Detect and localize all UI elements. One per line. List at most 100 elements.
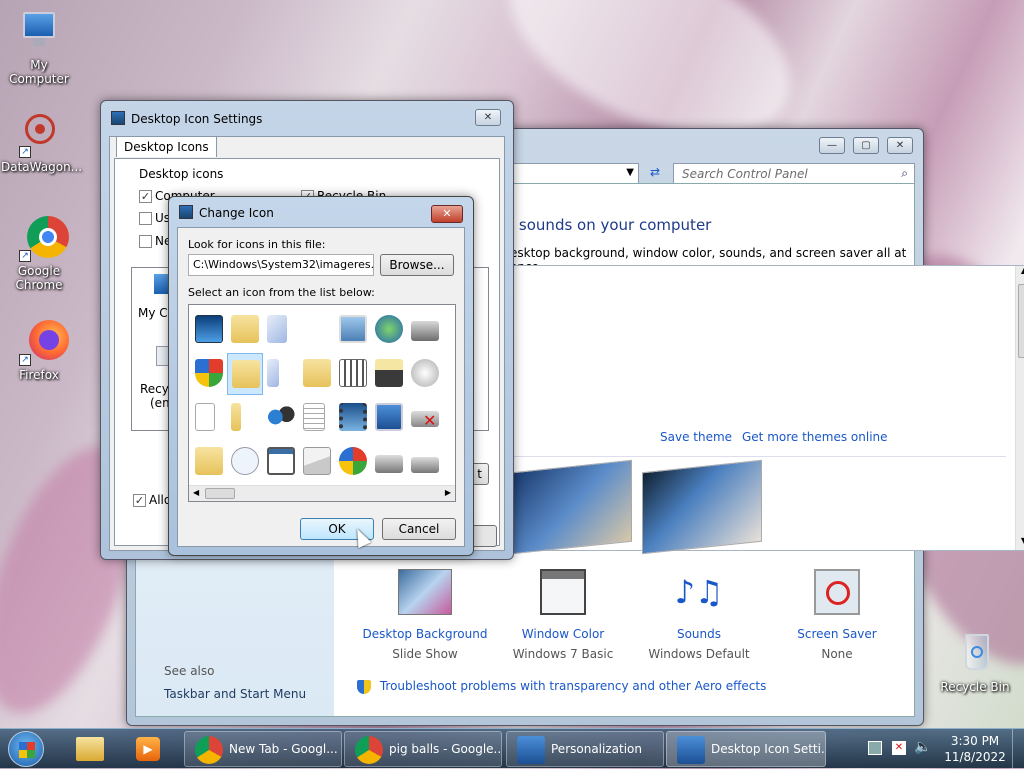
taskbar-button-chrome-new-tab[interactable]: New Tab - Googl... (184, 731, 342, 767)
desktop-icon-google-chrome[interactable]: ↗ Google Chrome (1, 214, 77, 292)
minimize-button[interactable]: — (819, 137, 845, 154)
icon-cell-selected[interactable] (227, 353, 263, 395)
checkbox-box[interactable] (139, 235, 152, 248)
clock[interactable]: 3:30 PM 11/8/2022 (940, 733, 1010, 765)
icon-cell[interactable] (299, 397, 335, 439)
checkbox-box[interactable]: ✓ (139, 190, 152, 203)
item-title[interactable]: Window Color (493, 627, 633, 641)
checkbox-network[interactable]: Ne (139, 234, 171, 248)
icon-cell[interactable] (227, 441, 263, 483)
desktop-icon-datawagon[interactable]: ↗ DataWagon... (1, 110, 83, 174)
document-blue-icon (267, 315, 287, 343)
icon-grid[interactable]: ✕ ◀ ▶ (188, 304, 456, 502)
window-icon (111, 111, 125, 125)
icon-cell[interactable] (407, 441, 443, 483)
scroll-right-arrow[interactable]: ▶ (445, 488, 451, 497)
desktop-icon-label: DataWagon... (1, 160, 83, 174)
scroll-thumb[interactable] (205, 488, 235, 499)
search-icon[interactable]: ⌕ (901, 166, 908, 181)
address-bar[interactable]: ▼ (501, 163, 639, 185)
theme-thumbnail[interactable] (642, 459, 762, 555)
taskbar-start-menu-link[interactable]: Taskbar and Start Menu (164, 687, 306, 701)
icon-cell[interactable] (335, 441, 371, 483)
chevron-down-icon[interactable]: ▼ (626, 167, 634, 178)
desktop-background-item[interactable]: Desktop Background Slide Show (355, 569, 495, 661)
close-button[interactable]: ✕ (475, 109, 501, 126)
screen-saver-item[interactable]: Screen Saver None (767, 569, 907, 661)
themes-list[interactable]: Save theme Get more themes online ▲ ▼ (501, 265, 1024, 555)
icon-cell[interactable] (263, 397, 299, 439)
search-document-icon (231, 447, 259, 475)
icon-cell[interactable] (263, 309, 299, 351)
cancel-button[interactable]: Cancel (382, 518, 456, 540)
network-error-icon[interactable]: ✕ (892, 741, 906, 755)
sounds-item[interactable]: ♪♫ Sounds Windows Default (629, 569, 769, 661)
media-player-pinned-button[interactable]: ▶ (128, 733, 168, 765)
explorer-pinned-button[interactable] (70, 733, 110, 765)
taskbar-button-chrome-pig-balls[interactable]: pig balls - Google... (344, 731, 502, 767)
desktop-icon-firefox[interactable]: ↗ Firefox (1, 318, 77, 382)
icon-cell[interactable] (263, 441, 299, 483)
save-theme-link[interactable]: Save theme (660, 430, 732, 444)
icon-cell[interactable]: ✕ (407, 397, 443, 439)
icon-cell[interactable] (335, 397, 371, 439)
window-color-item[interactable]: Window Color Windows 7 Basic (493, 569, 633, 661)
icon-cell[interactable] (371, 397, 407, 439)
theme-thumbnail[interactable] (512, 459, 632, 555)
search-input[interactable]: Search Control Panel ⌕ (673, 163, 915, 185)
tab-desktop-icons[interactable]: Desktop Icons (116, 136, 217, 157)
file-path-input[interactable]: C:\Windows\System32\imageres.dll (188, 254, 374, 276)
desktop-icon-label: Firefox (19, 368, 59, 382)
icon-cell[interactable] (227, 397, 263, 439)
icon-cell[interactable] (299, 353, 335, 395)
scroll-left-arrow[interactable]: ◀ (193, 488, 199, 497)
icon-cell[interactable] (371, 441, 407, 483)
volume-icon[interactable]: 🔈 (914, 739, 931, 755)
icon-cell[interactable] (371, 353, 407, 395)
icon-cell[interactable] (407, 309, 443, 351)
icon-cell[interactable] (191, 353, 227, 395)
troubleshoot-row[interactable]: Troubleshoot problems with transparency … (357, 679, 766, 694)
taskbar-button-personalization[interactable]: Personalization (506, 731, 664, 767)
browse-button[interactable]: Browse... (380, 254, 454, 276)
troubleshoot-link[interactable]: Troubleshoot problems with transparency … (380, 679, 767, 693)
icon-cell[interactable] (227, 309, 263, 351)
scroll-thumb[interactable] (1018, 284, 1024, 358)
action-center-icon[interactable] (868, 741, 882, 755)
show-desktop-button[interactable] (1012, 729, 1024, 769)
checkbox-user[interactable]: Us (139, 211, 170, 225)
icon-cell[interactable] (263, 353, 299, 395)
icon-cell[interactable] (371, 309, 407, 351)
icon-cell[interactable] (407, 353, 443, 395)
desktop-icon-my-computer[interactable]: My Computer (1, 8, 77, 86)
scroll-up-arrow[interactable]: ▲ (1016, 266, 1024, 280)
maximize-button[interactable]: ▢ (853, 137, 879, 154)
search-placeholder: Search Control Panel (682, 167, 808, 181)
taskbar-button-desktop-icon-settings[interactable]: Desktop Icon Setti... (666, 731, 826, 767)
dialog-title: Desktop Icon Settings (131, 112, 263, 126)
icon-cell[interactable] (191, 309, 227, 351)
firefox-icon: ↗ (15, 318, 69, 366)
checkbox-box[interactable] (139, 212, 152, 225)
scroll-down-arrow[interactable]: ▼ (1016, 536, 1024, 550)
get-more-themes-link[interactable]: Get more themes online (742, 430, 888, 444)
refresh-icon[interactable]: ⇄ (645, 165, 665, 185)
close-button[interactable]: ✕ (887, 137, 913, 154)
icon-cell[interactable] (335, 353, 371, 395)
desktop-icon-recycle-bin[interactable]: Recycle Bin (937, 630, 1013, 694)
item-title[interactable]: Desktop Background (355, 627, 495, 641)
close-button[interactable]: ✕ (431, 205, 463, 223)
desktop-icon-label: Recycle Bin (940, 680, 1010, 694)
checkbox-box[interactable]: ✓ (133, 494, 146, 507)
themes-scrollbar[interactable]: ▲ ▼ (1015, 266, 1024, 550)
start-button[interactable] (8, 731, 44, 767)
icon-cell[interactable] (299, 441, 335, 483)
icon-cell[interactable] (335, 309, 371, 351)
icon-cell[interactable] (191, 397, 227, 439)
shield-icon (195, 359, 223, 387)
icon-cell[interactable] (191, 441, 227, 483)
item-title[interactable]: Screen Saver (767, 627, 907, 641)
mail-envelope-icon (303, 447, 331, 475)
icon-grid-scrollbar[interactable]: ◀ ▶ (189, 485, 455, 501)
item-title[interactable]: Sounds (629, 627, 769, 641)
